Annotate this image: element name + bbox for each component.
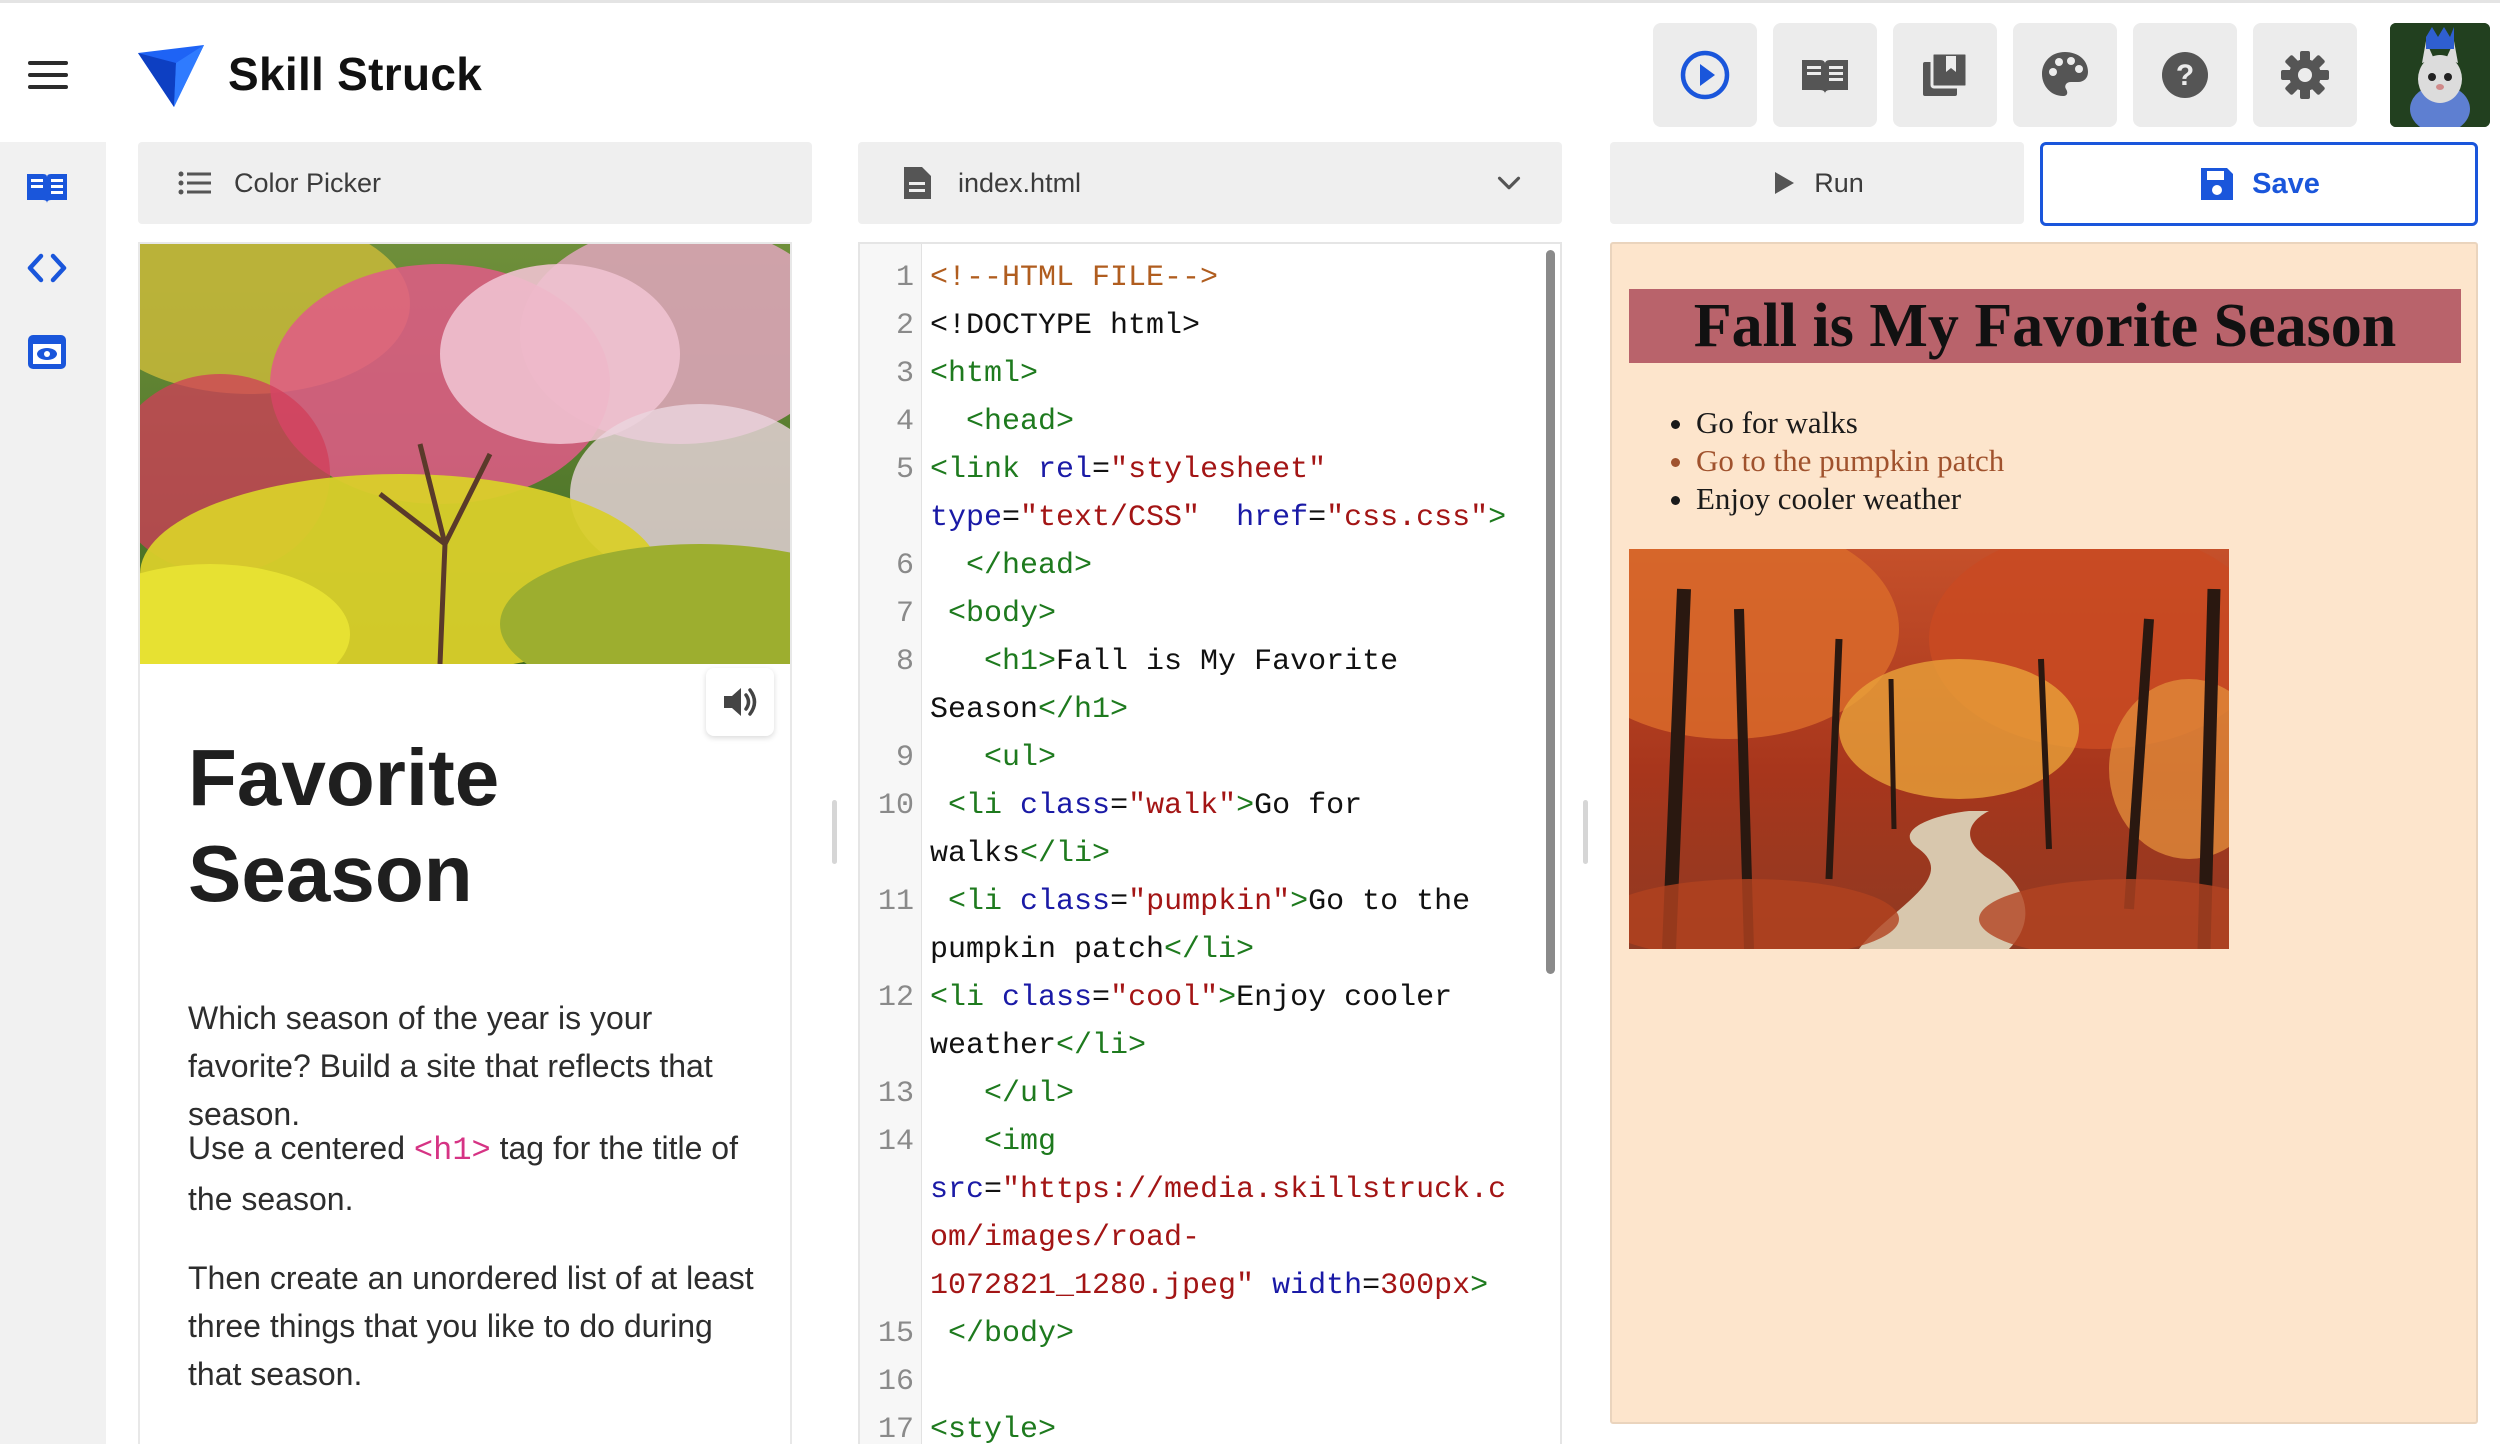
code-line: 7 <body> — [895, 597, 1057, 631]
code-line: 1 <!--HTML FILE--> — [895, 261, 1219, 295]
code-icon — [27, 253, 67, 283]
code-line: 2 <!DOCTYPE html> — [895, 309, 1201, 343]
top-bar: Skill Struck ? — [0, 0, 2500, 142]
settings-icon — [2281, 51, 2329, 99]
floppy-disk-icon — [2201, 168, 2234, 200]
run-label: Run — [1814, 167, 1864, 198]
code-line: 9 <ul> — [895, 741, 1057, 775]
editor-scrollbar[interactable] — [1546, 250, 1555, 974]
code-line: 13 </ul> — [877, 1077, 1075, 1111]
inline-code-tag: <h1> — [413, 1132, 491, 1169]
output-preview: Fall is My Favorite Season Go for walks … — [1610, 242, 2478, 1424]
rail-preview-button[interactable] — [23, 328, 71, 376]
lesson-paragraph-3: Then create an unordered list of at leas… — [188, 1260, 754, 1392]
code-line: 1072821_1280.jpeg" width=300px> — [930, 1269, 1489, 1303]
list-icon — [178, 171, 211, 195]
play-button[interactable] — [1653, 23, 1757, 127]
code-line: 5 <link rel="stylesheet" — [895, 453, 1327, 487]
code-line: 8 <h1>Fall is My Favorite — [895, 645, 1399, 679]
code-line: walks</li> — [930, 837, 1111, 871]
code-line: 17 <style> — [877, 1413, 1057, 1444]
lesson-title: Favorite Season — [188, 733, 500, 918]
lesson-button[interactable] — [1773, 23, 1877, 127]
preview-icon — [28, 335, 66, 369]
preview-list-item: Enjoy cooler weather — [1696, 480, 2004, 518]
lesson-icon — [27, 174, 67, 203]
library-icon — [1923, 51, 1969, 96]
code-line: 4 <head> — [895, 405, 1075, 439]
lesson-paragraph-1: Which season of the year is your favorit… — [188, 1000, 713, 1132]
code-line: 6 </head> — [895, 549, 1093, 583]
code-line: 15 </body> — [877, 1317, 1075, 1351]
code-line: 12 <li class="cool">Enjoy cooler — [877, 981, 1453, 1015]
settings-button[interactable] — [2253, 23, 2357, 127]
app-name: Skill Struck — [228, 48, 483, 100]
code-line: 16 — [877, 1365, 914, 1399]
speaker-icon — [724, 688, 757, 716]
save-label: Save — [2252, 167, 2320, 200]
code-line: src="https://media.skillstruck.c — [930, 1173, 1507, 1207]
svg-text:?: ? — [2176, 59, 2194, 92]
code-line: 11 <li class="pumpkin">Go to the — [877, 885, 1471, 919]
preview-list-item: Go for walks — [1696, 404, 2004, 442]
preview-list-item: Go to the pumpkin patch — [1696, 442, 2004, 480]
code-line: pumpkin patch</li> — [930, 933, 1255, 967]
library-button[interactable] — [1893, 23, 1997, 127]
audio-button[interactable] — [706, 668, 774, 736]
preview-list: Go for walks Go to the pumpkin patch Enj… — [1668, 404, 2004, 518]
code-line: 3 <html> — [895, 357, 1039, 391]
help-icon: ? — [2162, 52, 2208, 98]
palette-icon — [2042, 52, 2088, 96]
preview-title: Fall is My Favorite Season — [1629, 289, 2461, 363]
rail-code-button[interactable] — [23, 244, 71, 292]
right-splitter-handle[interactable] — [1583, 800, 1588, 864]
run-button[interactable]: Run — [1610, 142, 2024, 224]
code-line: om/images/road- — [930, 1221, 1201, 1255]
avatar-image — [2390, 23, 2490, 127]
logo-icon — [138, 45, 204, 107]
play-icon — [1775, 172, 1795, 194]
code-content[interactable]: 1 <!--HTML FILE--> 2 <!DOCTYPE html> 3 <htm… — [860, 254, 1560, 1444]
code-line: 10 <li class="walk">Go for — [877, 789, 1363, 823]
rail-lesson-button[interactable] — [23, 162, 71, 210]
instructions-panel: Favorite Season Which season of the year… — [138, 242, 792, 1444]
file-name: index.html — [958, 167, 1082, 198]
theme-button[interactable] — [2013, 23, 2117, 127]
play-circle-icon — [1680, 50, 1730, 100]
lesson-header[interactable]: Color Picker — [138, 142, 812, 224]
help-button[interactable]: ? — [2133, 23, 2237, 127]
left-rail — [0, 142, 106, 1444]
user-avatar[interactable] — [2390, 23, 2490, 127]
para2-text-start: Use a centered — [188, 1130, 414, 1166]
autumn-road-image — [1629, 549, 2229, 949]
lesson-book-icon — [1802, 60, 1848, 94]
save-button[interactable]: Save — [2040, 142, 2478, 226]
file-selector[interactable]: index.html — [858, 142, 1562, 224]
menu-icon[interactable] — [28, 61, 68, 89]
left-splitter-handle[interactable] — [832, 800, 837, 864]
code-line: 14 <img — [877, 1125, 1057, 1159]
lesson-paragraph-2: Use a centered <h1> tag for the title of… — [188, 1124, 768, 1223]
lesson-header-label: Color Picker — [234, 167, 382, 198]
code-line: Season</h1> — [930, 693, 1129, 727]
spring-blossoms-image — [140, 244, 790, 664]
file-icon — [904, 167, 931, 199]
code-line: weather</li> — [930, 1029, 1147, 1063]
code-editor[interactable]: 1 <!--HTML FILE--> 2 <!DOCTYPE html> 3 <htm… — [858, 242, 1562, 1444]
chevron-down-icon — [1497, 176, 1521, 190]
code-line: type="text/CSS" href="css.css"> — [930, 501, 1507, 535]
